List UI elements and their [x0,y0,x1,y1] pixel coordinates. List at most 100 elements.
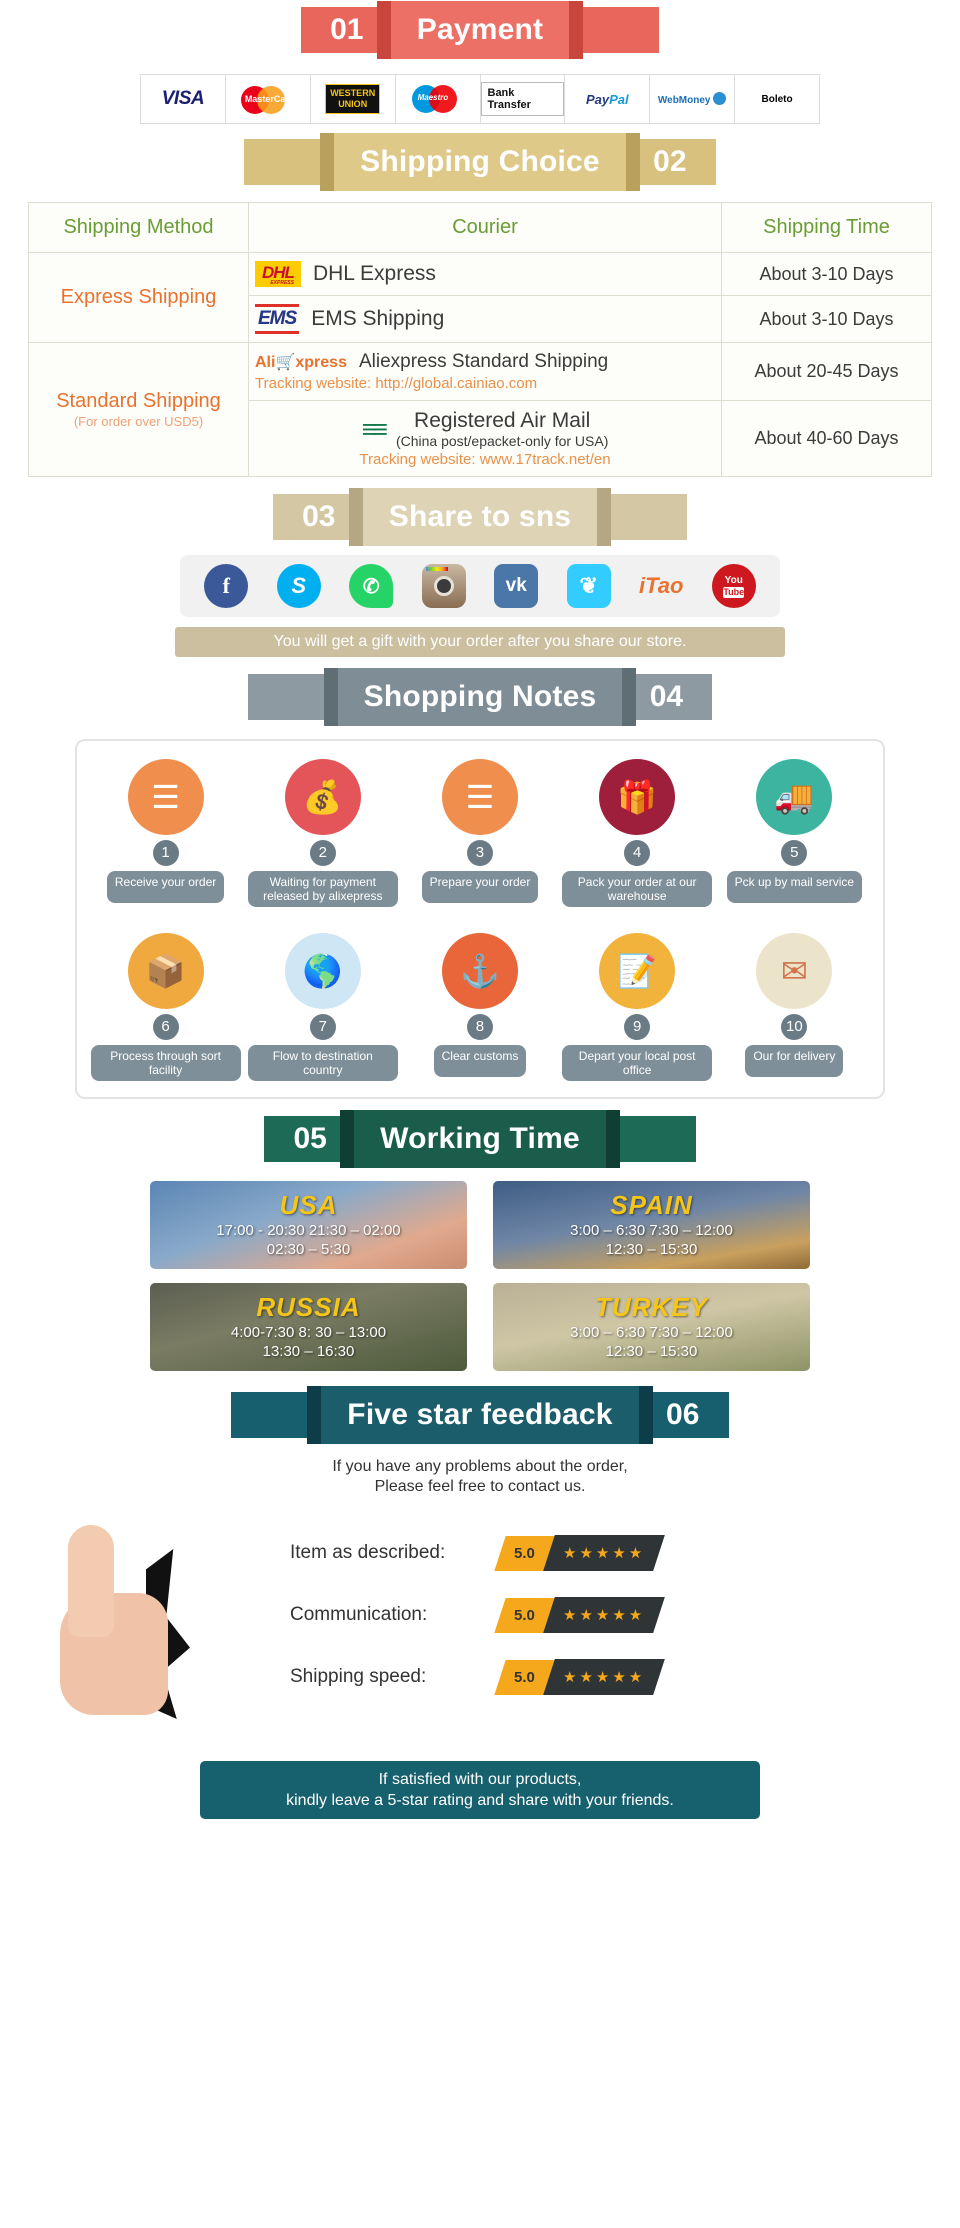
ribbon-fold-right [597,488,612,546]
whatsapp-icon[interactable]: ✆ [349,564,394,608]
shipping-time: About 3-10 Days [721,252,932,296]
rating-label: Shipping speed: [290,1666,427,1687]
maestro-logo: Maestro [396,75,481,123]
rating-row-shipping-speed: Shipping speed: 5.0 ★★★★★ [290,1659,960,1695]
twitter-icon[interactable]: ❦ [566,564,611,608]
note-step-4: 🎁 4 Pack your order at our warehouse [562,759,713,907]
country-name: SPAIN [610,1189,693,1220]
section-title-feedback: Five star feedback [347,1398,613,1431]
skype-icon[interactable]: S [276,564,321,608]
note-step-2: 💰 2 Waiting for payment released by alix… [247,759,398,907]
step-number: 8 [466,1014,493,1040]
western-union-logo: WESTERN UNION [311,75,396,123]
working-time-card-turkey: TURKEY 3:00 – 6:30 7:30 – 12:00 12:30 – … [493,1283,810,1371]
rating-label: Communication: [290,1604,428,1625]
dhl-logo: DHL EXPRESS [255,261,301,287]
ribbon-fold-left [340,1110,355,1168]
rating-stars: ★★★★★ [543,1659,665,1695]
ribbon-fold-right [605,1110,620,1168]
ribbon-fold-right [569,1,584,59]
step-label: Depart your local post office [562,1045,713,1081]
working-time-card-russia: RUSSIA 4:00-7:30 8: 30 – 13:00 13:30 – 1… [150,1283,467,1371]
visa-logo: VISA [141,75,226,123]
paypal-logo: PayPal [565,75,651,123]
step-number: 5 [781,840,808,866]
shipping-time: About 20-45 Days [721,342,932,401]
share-gift-note: You will get a gift with your order afte… [175,627,785,657]
table-row: Express Shipping DHL EXPRESS DHL Express … [28,252,932,343]
courier-name: DHL Express [312,262,436,285]
section-title-shipping: Shipping Choice [360,145,600,178]
ribbon-center: Payment [376,1,584,59]
section-header-working: 05 Working Time [0,1109,960,1169]
ribbon-fold-left [307,1386,322,1444]
shipping-method-express: Express Shipping [28,252,249,343]
section-header-payment: 01 Payment [0,0,960,60]
note-step-3: ☰ 3 Prepare your order [405,759,555,907]
courier-cell-dhl: DHL EXPRESS DHL Express [248,252,722,296]
section-header-share: 03 Share to sns [0,487,960,547]
webmoney-logo: WebMoney [650,75,736,123]
country-name: TURKEY [595,1291,708,1322]
courier-cell-ems: EMS EMS Shipping [248,295,722,343]
ems-logo: EMS [255,304,300,334]
rating-row-item-as-described: Item as described: 5.0 ★★★★★ [290,1535,960,1571]
section-title-payment: Payment [416,13,544,46]
step-number: 10 [781,1014,808,1040]
working-time-card-spain: SPAIN 3:00 – 6:30 7:30 – 12:00 12:30 – 1… [493,1181,810,1269]
working-time-grid: USA 17:00 - 20:30 21:30 – 02:00 02:30 – … [150,1181,810,1371]
courier-name: Registered Air Mail (China post/epacket-… [395,409,609,449]
courier-subtitle: (China post/epacket-only for USA) [395,433,609,449]
document-icon: ☰ [441,759,518,835]
section-header-feedback: Five star feedback 06 [0,1385,960,1445]
section-title-notes: Shopping Notes [363,680,597,713]
shipping-time: About 3-10 Days [721,295,932,343]
clipboard-icon: 📝 [599,933,676,1009]
notes-row-second: 📦 6 Process through sort facility 🌎 7 Fl… [87,933,873,1081]
column-header-method: Shipping Method [28,202,249,253]
working-time-card-usa: USA 17:00 - 20:30 21:30 – 02:00 02:30 – … [150,1181,467,1269]
step-number: 4 [624,840,651,866]
feedback-footer-banner: If satisfied with our products, kindly l… [200,1761,760,1819]
step-number: 6 [152,1014,179,1040]
note-step-6: 📦 6 Process through sort facility [90,933,241,1081]
country-hours: 3:00 – 6:30 7:30 – 12:00 12:30 – 15:30 [570,1323,733,1360]
vk-icon[interactable]: vk [494,564,539,608]
thumb-shape [68,1525,114,1637]
ribbon-fold-right [625,133,640,191]
note-step-5: 🚚 5 Pck up by mail service [719,759,869,907]
package-icon: ✉ [756,933,833,1009]
country-name: USA [279,1189,338,1220]
step-number: 9 [624,1014,651,1040]
tracking-website-17track[interactable]: Tracking website: www.17track.net/en [255,451,715,468]
tracking-website-cainiao[interactable]: Tracking website: http://global.cainiao.… [255,375,715,392]
ribbon-fold-left [320,133,335,191]
thumbs-up-illustration [0,1503,290,1753]
china-post-logo: ≡≡ [361,413,388,444]
shipping-method-note: (For order over USD5) [73,413,204,429]
step-number: 1 [152,840,179,866]
shipping-options-table: Shipping Method Courier Shipping Time Ex… [28,202,932,477]
itao-icon[interactable]: iTao [639,564,683,608]
ribbon-center: Shipping Choice [320,133,640,191]
courier-cell-aliexpress: Ali🛒xpress Aliexpress Standard Shipping … [248,342,722,401]
ribbon-center: Working Time [340,1110,620,1168]
section-header-shipping: Shipping Choice 02 [0,132,960,192]
ribbon-center: Shopping Notes [323,668,637,726]
youtube-icon[interactable]: You Tube [711,564,756,608]
mail-truck-icon: 🚚 [756,759,833,835]
document-icon: ☰ [127,759,204,835]
bank-transfer-logo: Bank Transfer [480,75,566,123]
column-header-time: Shipping Time [721,202,932,253]
rating-stars: ★★★★★ [543,1597,665,1633]
column-header-courier: Courier [248,202,722,253]
step-label: Our for delivery [745,1045,844,1077]
instagram-icon[interactable] [421,564,466,608]
facebook-icon[interactable]: f [204,564,249,608]
shipping-method-standard: Standard Shipping (For order over USD5) [28,342,249,477]
aliexpress-logo: Ali🛒xpress [255,354,347,371]
gift-box-icon: 🎁 [599,759,676,835]
ribbon-fold-left [376,1,391,59]
step-number: 2 [309,840,336,866]
ribbon-fold-right [638,1386,653,1444]
